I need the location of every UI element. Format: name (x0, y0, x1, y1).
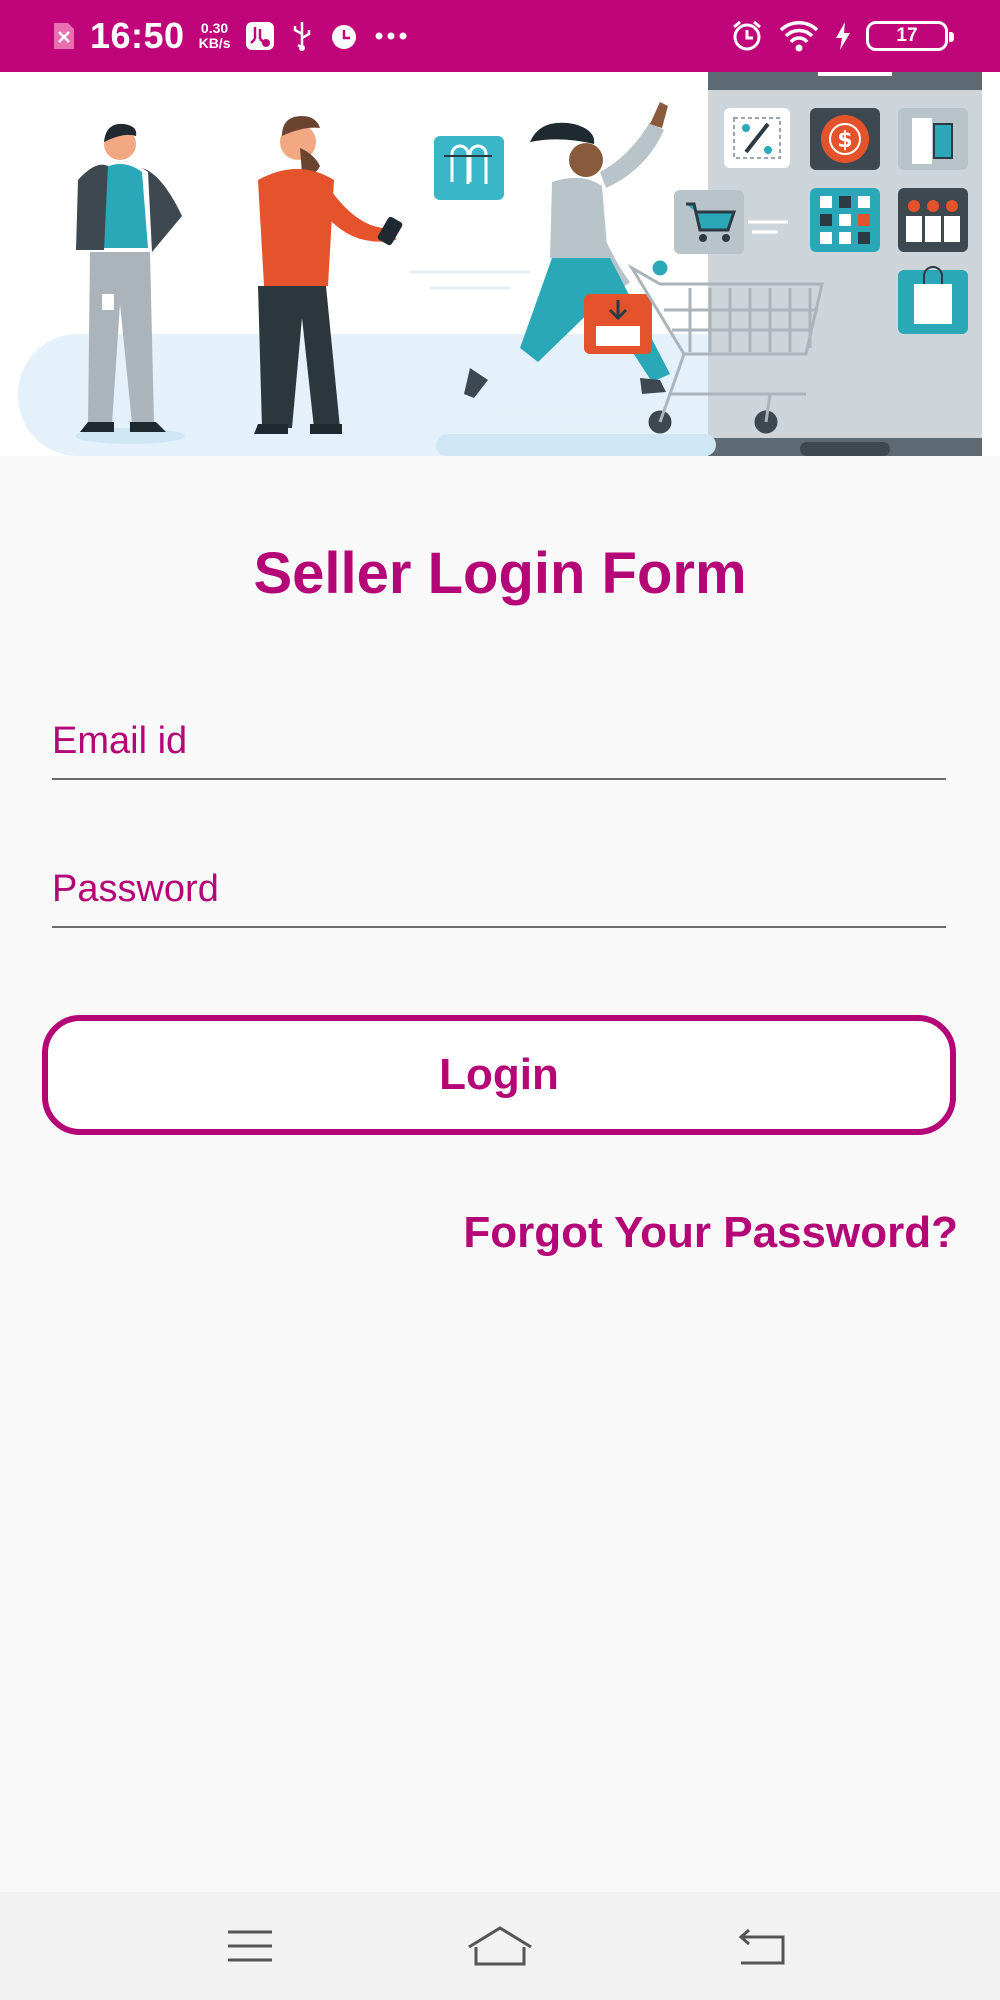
shopping-bag-icon (898, 266, 968, 334)
net-speed-value: 0.30 (200, 20, 229, 36)
status-bar: 16:50 0.30 KB/s 17 (0, 0, 1000, 72)
status-bar-right: 17 (730, 0, 954, 72)
home-icon[interactable] (440, 1892, 560, 2000)
email-placeholder: Email id (52, 720, 188, 762)
menu-icon[interactable] (190, 1892, 310, 2000)
tag-icon (898, 108, 968, 170)
usb-settings-icon (244, 20, 276, 52)
email-underline (52, 778, 946, 780)
battery-level: 17 (896, 25, 918, 46)
discount-icon (724, 108, 790, 168)
charging-icon (834, 21, 852, 51)
forgot-password-link[interactable]: Forgot Your Password? (463, 1208, 958, 1258)
password-field[interactable]: Password (52, 868, 946, 928)
sim-icon (52, 21, 76, 51)
battery-icon: 17 (866, 21, 954, 51)
password-placeholder: Password (52, 868, 219, 910)
net-speed-unit: KB/s (198, 35, 231, 51)
login-button[interactable]: Login (42, 1015, 956, 1135)
svg-text:$: $ (837, 128, 852, 153)
navigation-bar (0, 1892, 1000, 2000)
alarm-icon (730, 19, 764, 53)
people-icon (898, 188, 968, 252)
password-underline (52, 926, 946, 928)
net-speed: 0.30 KB/s (199, 21, 231, 51)
more-icon (374, 31, 408, 41)
status-bar-left: 16:50 0.30 KB/s (52, 0, 408, 72)
wifi-icon (778, 19, 820, 53)
grid-icon (810, 188, 880, 252)
email-field[interactable]: Email id (52, 720, 946, 780)
alarm-icon (328, 20, 360, 52)
usb-icon (290, 20, 314, 52)
banner-illustration: $ (0, 72, 1000, 456)
dollar-icon: $ (810, 108, 880, 170)
paperclip-icon (434, 136, 504, 200)
page-title: Seller Login Form (253, 541, 747, 606)
back-icon[interactable] (702, 1892, 822, 2000)
status-time: 16:50 (90, 15, 185, 56)
